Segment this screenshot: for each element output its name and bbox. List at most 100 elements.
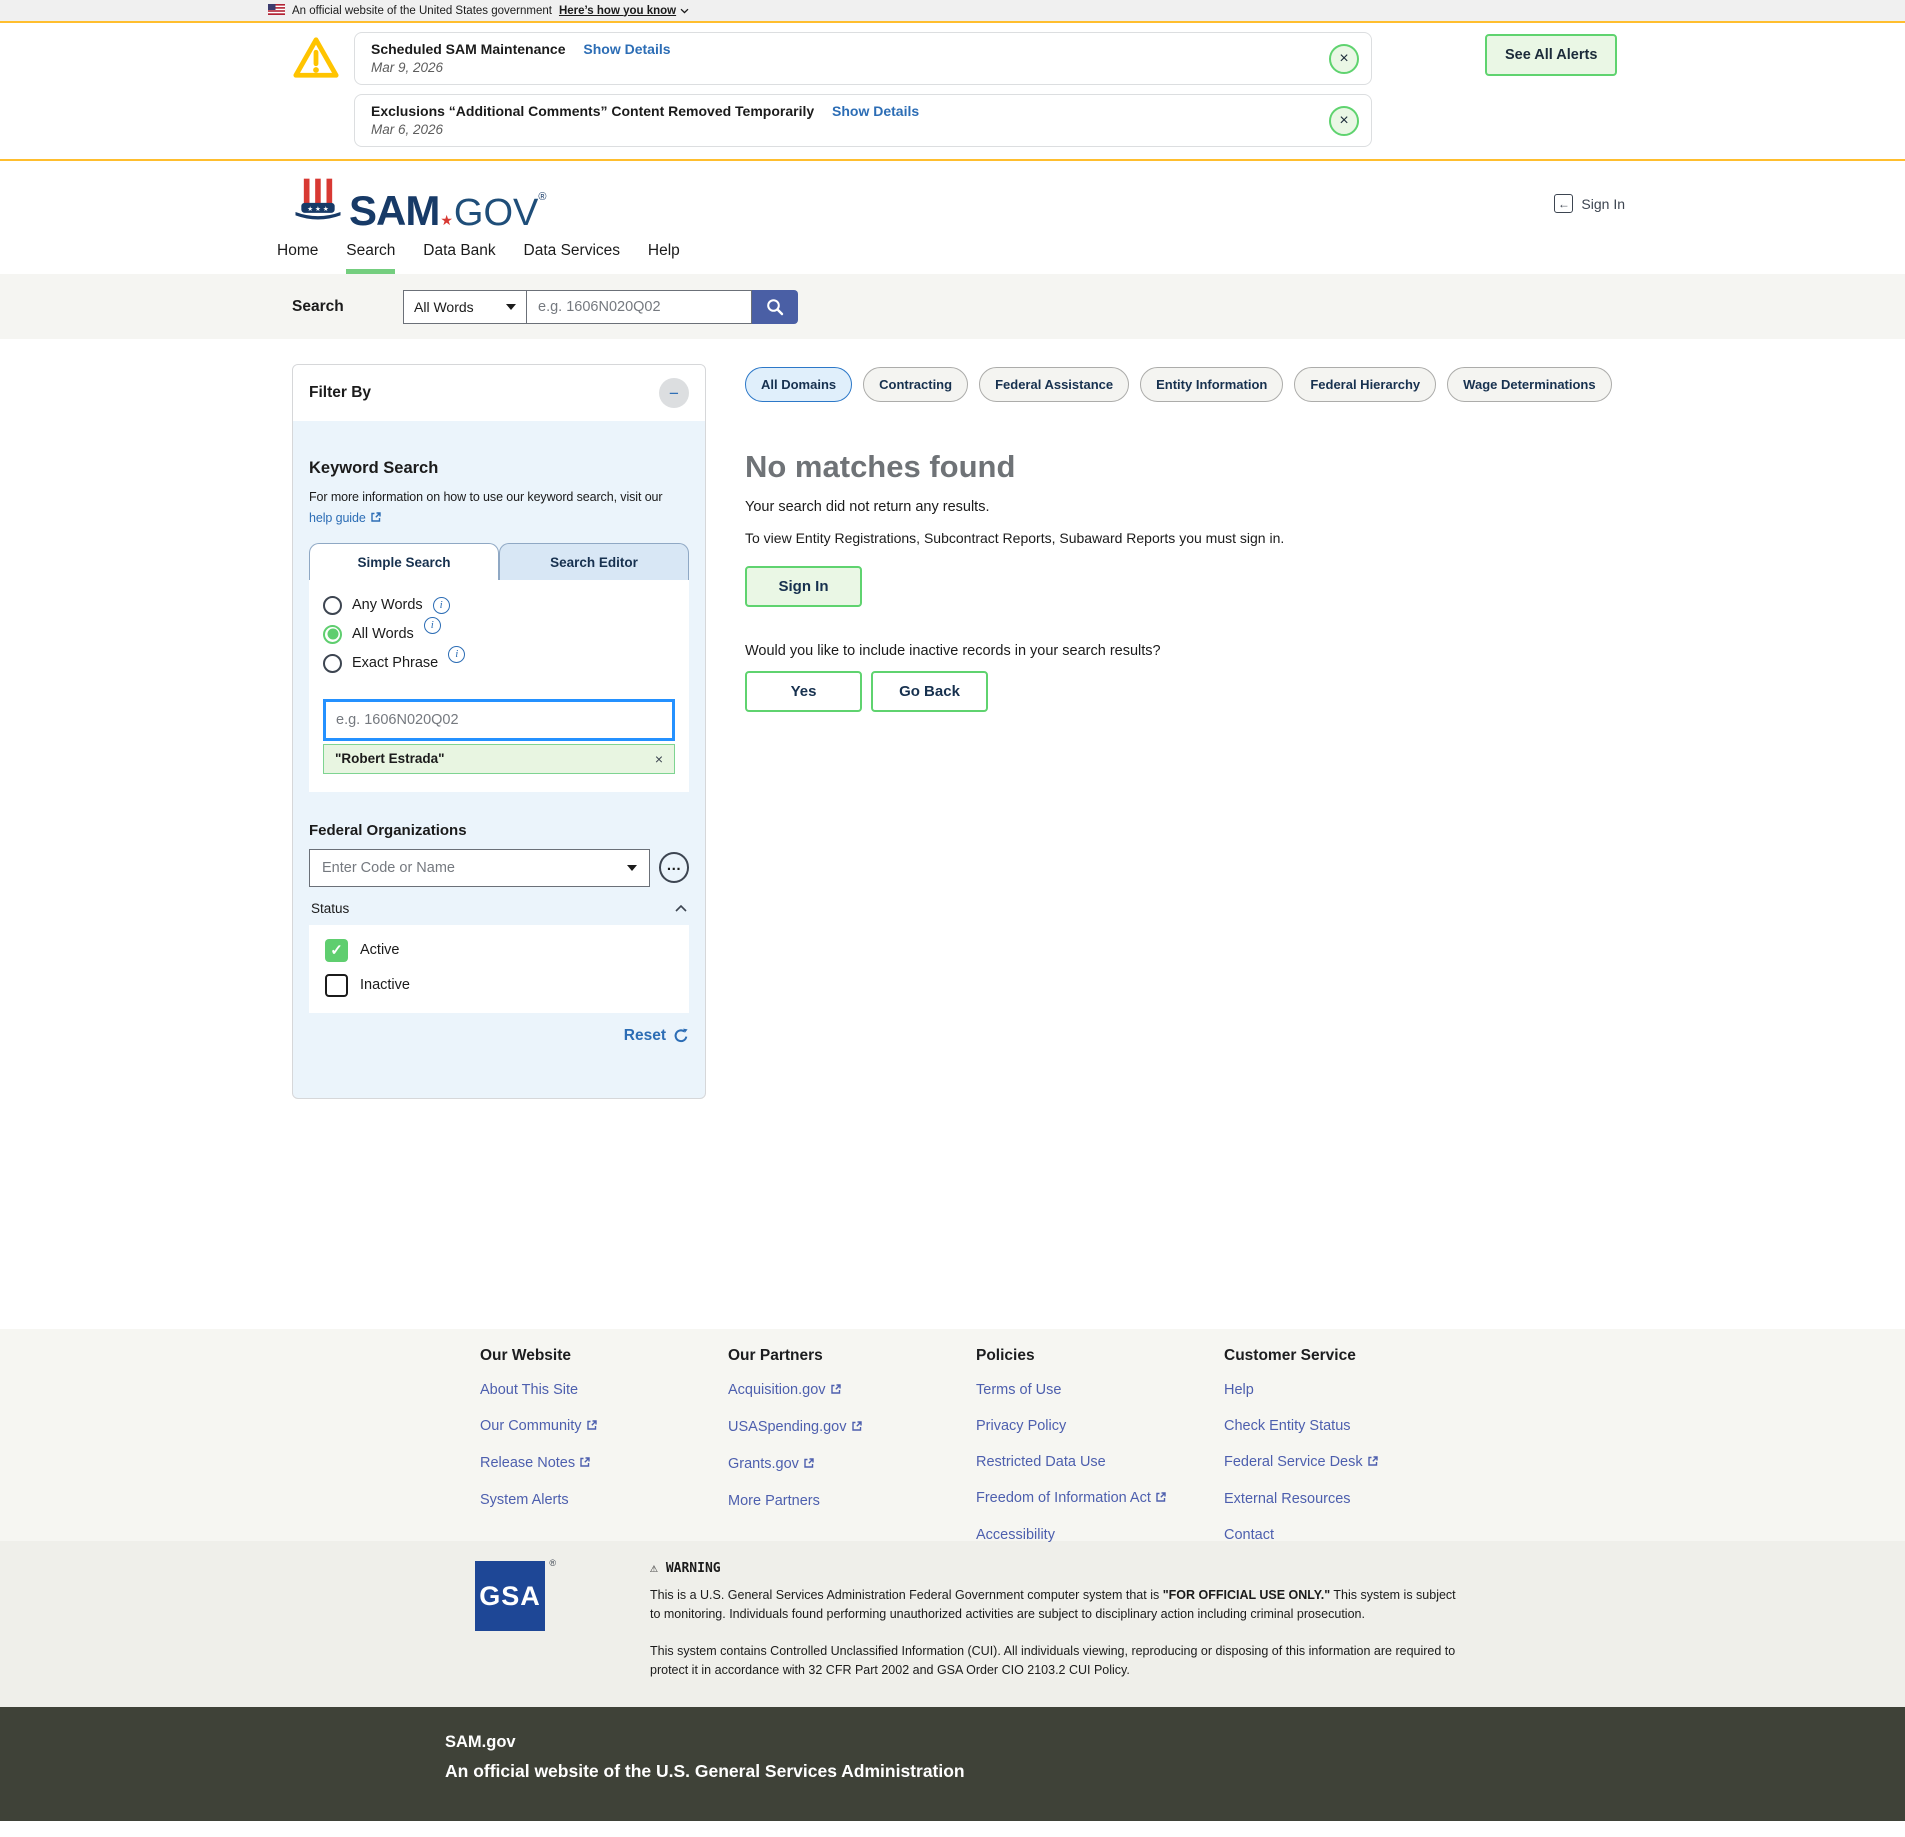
filter-panel-header: Filter By − (293, 365, 705, 421)
inactive-records-actions: Yes Go Back (745, 671, 1905, 712)
alert-card: Scheduled SAM Maintenance Show Details M… (354, 32, 1372, 85)
inactive-checkbox[interactable] (325, 974, 348, 997)
nav-item-search[interactable]: Search (346, 242, 395, 274)
banner-how-link[interactable]: Here’s how you know (559, 5, 689, 17)
nav-item-help[interactable]: Help (648, 242, 680, 274)
footer-link[interactable]: Federal Service Desk (1224, 1454, 1472, 1471)
svg-text:★ ★ ★: ★ ★ ★ (307, 205, 329, 213)
gsa-logo: GSA ® (475, 1561, 545, 1631)
tab-search-editor[interactable]: Search Editor (499, 543, 689, 580)
footer-link[interactable]: System Alerts (480, 1492, 728, 1508)
top-search-input[interactable] (527, 290, 752, 324)
footer-col-our-partners: Our Partners Acquisition.gov USASpending… (728, 1347, 976, 1541)
help-guide-link[interactable]: help guide (309, 509, 689, 529)
warning-heading: ⚠ WARNING (650, 1561, 1465, 1576)
keyword-tag-text: "Robert Estrada" (335, 751, 445, 766)
status-option-active[interactable]: ✓ Active (325, 939, 673, 962)
search-band: Search All Words (0, 274, 1905, 339)
footer-link[interactable]: Check Entity Status (1224, 1418, 1472, 1434)
search-button[interactable] (752, 290, 798, 324)
keyword-search-input[interactable] (323, 699, 675, 741)
footer-link[interactable]: Release Notes (480, 1455, 728, 1472)
more-options-icon[interactable]: … (659, 852, 689, 883)
caret-down-icon (627, 865, 637, 871)
see-all-alerts-button[interactable]: See All Alerts (1485, 34, 1617, 76)
alerts-section: Scheduled SAM Maintenance Show Details M… (0, 21, 1905, 161)
footer-link[interactable]: Our Community (480, 1418, 728, 1435)
footer-link[interactable]: More Partners (728, 1493, 976, 1509)
footer-link[interactable]: USASpending.gov (728, 1419, 976, 1436)
logo-sam: SAM (349, 190, 439, 232)
exact-phrase-radio[interactable] (323, 654, 342, 673)
footer-col-our-website: Our Website About This Site Our Communit… (480, 1347, 728, 1541)
footer-link[interactable]: Help (1224, 1382, 1472, 1398)
footer-site-subtitle: An official website of the U.S. General … (445, 1761, 1905, 1782)
info-icon[interactable]: i (448, 646, 465, 663)
footer-link[interactable]: Accessibility (976, 1527, 1224, 1543)
simple-search-panel: Any Words i All Words i Exact Phrase i "… (309, 580, 689, 792)
results-area: All Domains Contracting Federal Assistan… (745, 364, 1905, 1329)
tab-simple-search[interactable]: Simple Search (309, 543, 499, 580)
footer-link[interactable]: Contact (1224, 1527, 1472, 1543)
pill-contracting[interactable]: Contracting (863, 367, 968, 402)
external-link-icon (1155, 1491, 1167, 1507)
footer-link[interactable]: External Resources (1224, 1491, 1472, 1507)
pill-wage-determinations[interactable]: Wage Determinations (1447, 367, 1611, 402)
warning-triangle-icon (292, 35, 340, 84)
federal-orgs-heading: Federal Organizations (309, 822, 689, 839)
show-details-link[interactable]: Show Details (583, 41, 670, 57)
sam-gov-logo[interactable]: ★ ★ ★ SAM ★ GOV ® (293, 175, 546, 232)
active-checkbox[interactable]: ✓ (325, 939, 348, 962)
pill-federal-assistance[interactable]: Federal Assistance (979, 367, 1129, 402)
warning-paragraph-1: This is a U.S. General Services Administ… (650, 1586, 1465, 1625)
radio-row-exact-phrase: Exact Phrase i (323, 654, 675, 673)
footer-link[interactable]: Acquisition.gov (728, 1382, 976, 1399)
reset-filters[interactable]: Reset (309, 1027, 689, 1045)
pill-all-domains[interactable]: All Domains (745, 367, 852, 402)
info-icon[interactable]: i (424, 617, 441, 634)
footer-links: Our Website About This Site Our Communit… (0, 1329, 1905, 1541)
sign-in-arrow-icon: ← (1554, 194, 1573, 213)
all-words-radio[interactable] (323, 625, 342, 644)
dark-footer: SAM.gov An official website of the U.S. … (0, 1707, 1905, 1821)
footer-link[interactable]: Restricted Data Use (976, 1454, 1224, 1470)
footer-link[interactable]: Freedom of Information Act (976, 1490, 1224, 1507)
go-back-button[interactable]: Go Back (871, 671, 988, 712)
pill-federal-hierarchy[interactable]: Federal Hierarchy (1294, 367, 1436, 402)
federal-orgs-select[interactable]: Enter Code or Name (309, 849, 650, 887)
close-icon[interactable]: × (1329, 44, 1359, 74)
external-link-icon (586, 1419, 598, 1435)
nav-item-data-bank[interactable]: Data Bank (423, 242, 495, 274)
radio-row-all-words: All Words i (323, 625, 675, 644)
nav-item-home[interactable]: Home (277, 242, 318, 274)
remove-tag-icon[interactable]: × (655, 751, 663, 767)
footer-link[interactable]: Grants.gov (728, 1456, 976, 1473)
sign-in-label: Sign In (1581, 196, 1625, 212)
collapse-filters-button[interactable]: − (659, 378, 689, 408)
yes-button[interactable]: Yes (745, 671, 862, 712)
uncle-sam-hat-icon: ★ ★ ★ (293, 175, 343, 232)
any-words-radio[interactable] (323, 596, 342, 615)
info-icon[interactable]: i (433, 597, 450, 614)
warning-paragraph-2: This system contains Controlled Unclassi… (650, 1642, 1465, 1681)
logo-registered-mark: ® (538, 192, 546, 203)
main-area: Filter By − Keyword Search For more info… (0, 339, 1905, 1329)
search-mode-select[interactable]: All Words (403, 290, 527, 324)
status-section-toggle[interactable]: Status (309, 901, 689, 916)
header-sign-in-link[interactable]: ← Sign In (1554, 194, 1625, 213)
show-details-link[interactable]: Show Details (832, 103, 919, 119)
footer-link[interactable]: About This Site (480, 1382, 728, 1398)
sign-in-required-text: To view Entity Registrations, Subcontrac… (745, 528, 1285, 548)
logo-text: SAM ★ GOV ® (349, 190, 546, 232)
close-icon[interactable]: × (1329, 106, 1359, 136)
keyword-info-text: For more information on how to use our k… (309, 488, 689, 529)
footer-link[interactable]: Terms of Use (976, 1382, 1224, 1398)
footer-site-title: SAM.gov (445, 1733, 1905, 1752)
results-sign-in-button[interactable]: Sign In (745, 566, 862, 607)
external-link-icon (370, 510, 382, 529)
status-option-inactive[interactable]: Inactive (325, 974, 673, 997)
pill-entity-information[interactable]: Entity Information (1140, 367, 1283, 402)
external-link-icon (830, 1383, 842, 1399)
nav-item-data-services[interactable]: Data Services (524, 242, 620, 274)
footer-link[interactable]: Privacy Policy (976, 1418, 1224, 1434)
